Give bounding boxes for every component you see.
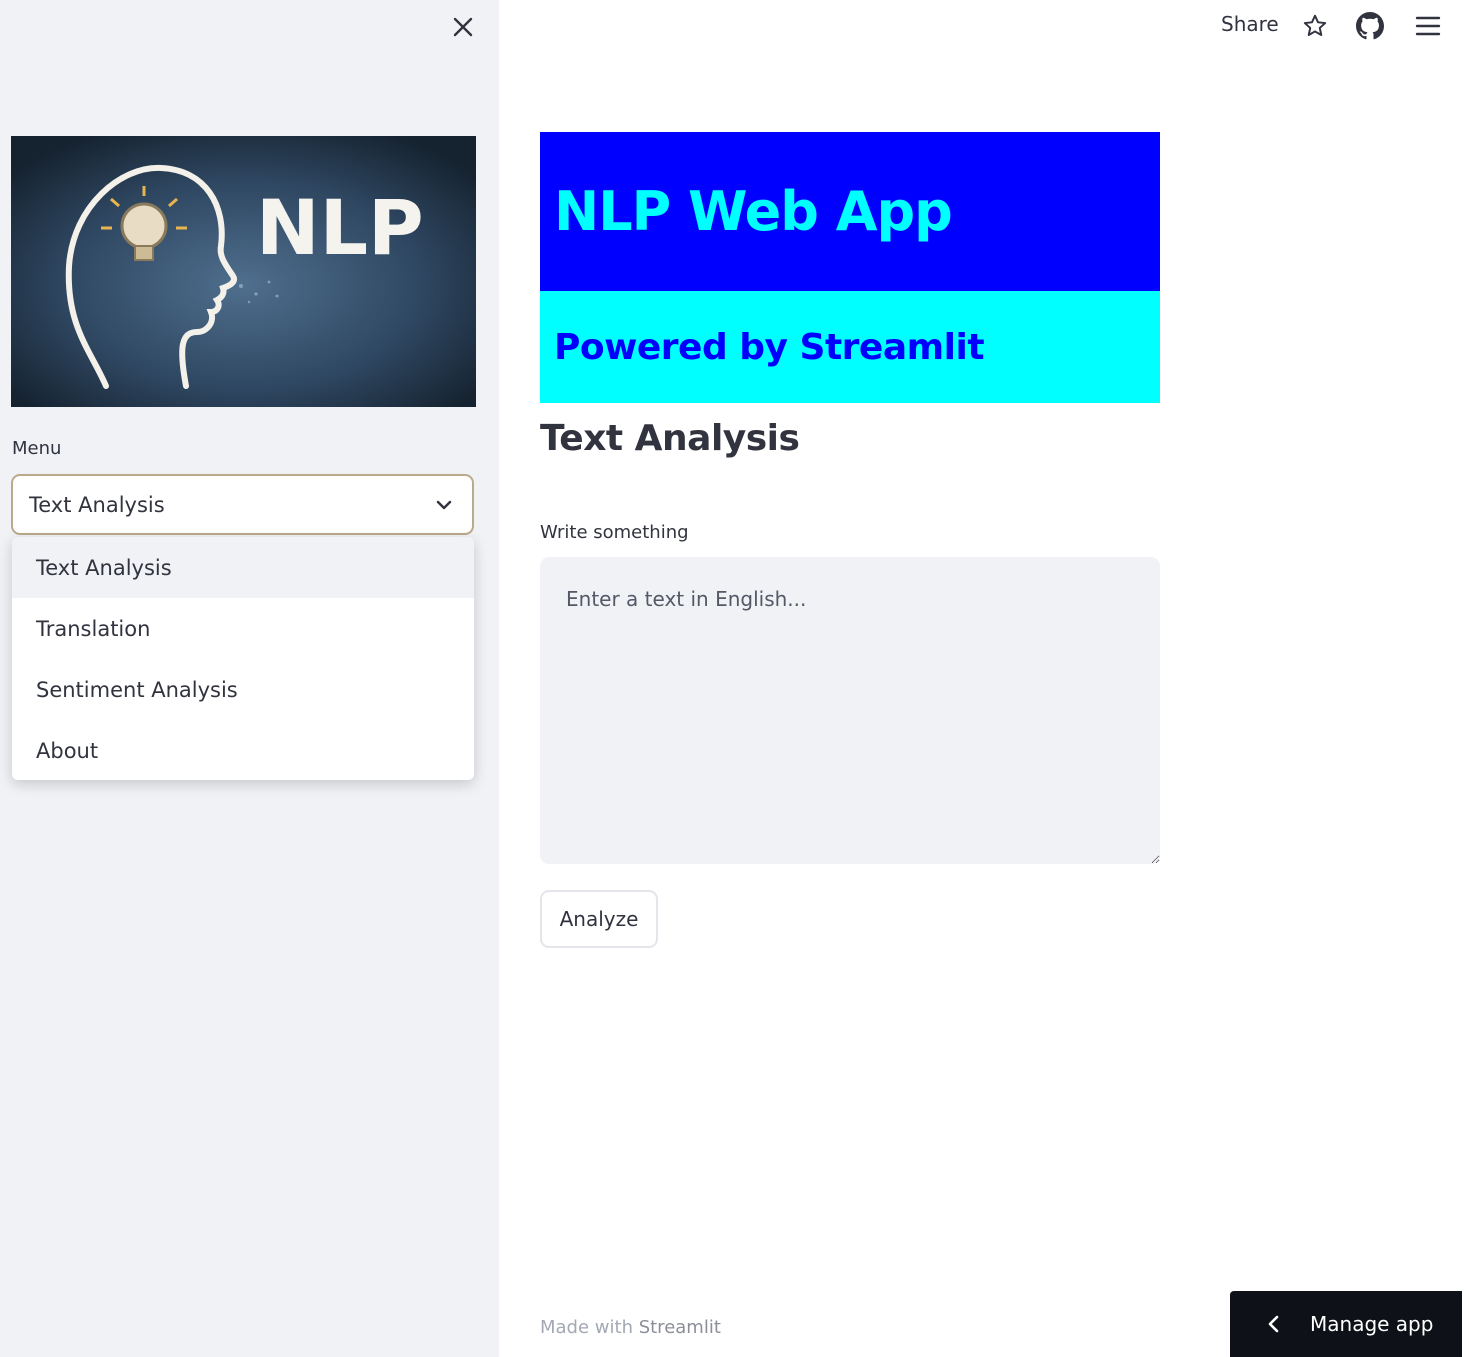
footer-prefix: Made with (540, 1317, 639, 1338)
app-subtitle: Powered by Streamlit (554, 326, 985, 368)
menu-dropdown: Text Analysis Translation Sentiment Anal… (12, 537, 474, 780)
text-input-label: Write something (540, 522, 689, 543)
svg-text:NLP: NLP (256, 183, 424, 272)
menu-option-sentiment-analysis[interactable]: Sentiment Analysis (12, 659, 474, 720)
app-title: NLP Web App (554, 180, 953, 243)
footer-streamlit-link[interactable]: Streamlit (639, 1317, 721, 1338)
footer: Made with Streamlit (540, 1317, 721, 1338)
close-icon[interactable] (448, 12, 478, 42)
chevron-down-icon (432, 493, 456, 517)
menu-select[interactable]: Text Analysis (11, 474, 474, 535)
share-button[interactable]: Share (1221, 12, 1279, 36)
menu-option-text-analysis[interactable]: Text Analysis (12, 537, 474, 598)
chevron-left-icon (1262, 1313, 1284, 1335)
menu-option-translation[interactable]: Translation (12, 598, 474, 659)
main-content: Share NLP Web App Powered by Streamlit T… (499, 0, 1469, 1357)
title-banner: NLP Web App (540, 132, 1160, 291)
github-icon[interactable] (1354, 10, 1386, 42)
subtitle-banner: Powered by Streamlit (540, 291, 1160, 403)
sidebar-nlp-image: NLP (11, 136, 476, 407)
menu-label: Menu (12, 438, 62, 459)
manage-app-button[interactable]: Manage app (1230, 1291, 1462, 1357)
hamburger-menu-icon[interactable] (1412, 10, 1444, 42)
section-title: Text Analysis (540, 418, 800, 459)
menu-option-about[interactable]: About (12, 720, 474, 780)
analyze-button[interactable]: Analyze (540, 890, 658, 948)
star-icon[interactable] (1299, 10, 1331, 42)
menu-select-value: Text Analysis (29, 492, 165, 517)
sidebar: NLP Menu Text Analysis Text Analysis Tra… (0, 0, 499, 1357)
text-input[interactable] (540, 557, 1160, 864)
manage-app-label: Manage app (1310, 1312, 1434, 1336)
